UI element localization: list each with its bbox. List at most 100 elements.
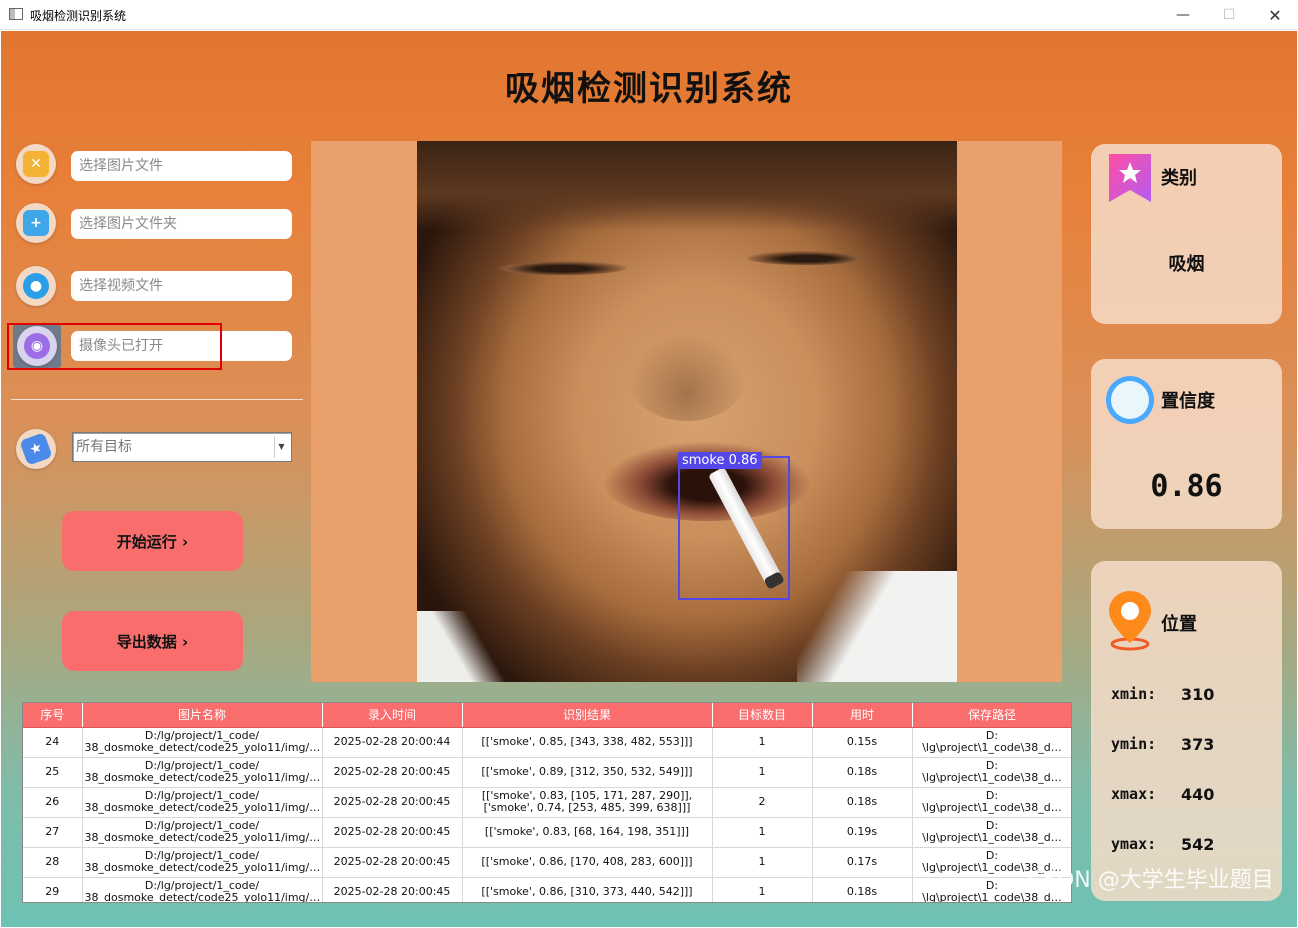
image-folder-icon[interactable]: + [16, 203, 56, 243]
results-table[interactable]: 序号 图片名称 录入时间 识别结果 目标数目 用时 保存路径 24 D:/lg/… [22, 702, 1072, 903]
cell-id: 28 [23, 847, 83, 878]
cell-id: 24 [23, 727, 83, 758]
photo-shirt-left [417, 611, 517, 682]
col-header-elapsed[interactable]: 用时 [812, 703, 913, 728]
app-window-icon [9, 8, 23, 20]
photo-hair [417, 141, 957, 231]
table-header-row: 序号 图片名称 录入时间 识别结果 目标数目 用时 保存路径 [23, 703, 1071, 728]
image-folder-field[interactable]: 选择图片文件夹 [71, 209, 292, 239]
cell-count: 1 [712, 877, 813, 902]
ymin-row: ymin: 373 [1111, 735, 1214, 754]
cell-result: [['smoke', 0.85, [343, 338, 482, 553]]] [462, 727, 713, 758]
cell-count: 1 [712, 817, 813, 848]
cell-time: 2025-02-28 20:00:45 [322, 817, 463, 848]
location-pin-icon [1109, 591, 1151, 651]
cell-count: 1 [712, 847, 813, 878]
app-title: 吸烟检测识别系统 [505, 69, 793, 109]
detection-photo: smoke 0.86 [417, 141, 957, 682]
cell-elapsed: 0.17s [812, 847, 913, 878]
photo-right-eye [747, 251, 867, 265]
target-select-value: 所有目标 [76, 439, 132, 455]
cell-count: 1 [712, 757, 813, 788]
col-header-name[interactable]: 图片名称 [82, 703, 323, 728]
table-row[interactable]: 24 D:/lg/project/1_code/ 38_dosmoke_dete… [23, 727, 1071, 758]
table-row[interactable]: 26 D:/lg/project/1_code/ 38_dosmoke_dete… [23, 787, 1071, 818]
video-file-field[interactable]: 选择视频文件 [71, 271, 292, 301]
cell-id: 27 [23, 817, 83, 848]
image-file-field[interactable]: 选择图片文件 [71, 151, 292, 181]
cell-count: 1 [712, 727, 813, 758]
target-select[interactable]: 所有目标 ▼ [72, 432, 292, 462]
csdn-watermark: CSDN @大学生毕业题目 [1028, 868, 1274, 893]
confidence-value: 0.86 [1150, 469, 1223, 504]
ymin-value: 373 [1181, 735, 1215, 754]
table-row[interactable]: 28 D:/lg/project/1_code/ 38_dosmoke_dete… [23, 847, 1071, 878]
left-panel-divider [11, 399, 303, 400]
xmin-value: 310 [1181, 685, 1215, 704]
bookmark-star-icon [1109, 154, 1151, 202]
cell-id: 29 [23, 877, 83, 902]
cell-path: D: \lg\project\1_code\38_d… [912, 757, 1071, 788]
confidence-label: 置信度 [1161, 391, 1215, 412]
col-header-result[interactable]: 识别结果 [462, 703, 713, 728]
col-header-time[interactable]: 录入时间 [322, 703, 463, 728]
cell-result: [['smoke', 0.83, [105, 171, 287, 290]], … [462, 787, 713, 818]
detection-label: smoke 0.86 [678, 452, 762, 469]
cell-name: D:/lg/project/1_code/ 38_dosmoke_detect/… [82, 877, 323, 902]
position-label: 位置 [1161, 614, 1197, 635]
cell-time: 2025-02-28 20:00:45 [322, 847, 463, 878]
table-row[interactable]: 29 D:/lg/project/1_code/ 38_dosmoke_dete… [23, 877, 1071, 902]
cell-id: 26 [23, 787, 83, 818]
ymax-label: ymax: [1111, 835, 1157, 853]
photo-nose [627, 331, 747, 421]
cell-elapsed: 0.19s [812, 817, 913, 848]
cell-result: [['smoke', 0.86, [310, 373, 440, 542]]] [462, 877, 713, 902]
col-header-count[interactable]: 目标数目 [712, 703, 813, 728]
chevron-down-icon[interactable]: ▼ [274, 436, 288, 458]
table-row[interactable]: 25 D:/lg/project/1_code/ 38_dosmoke_dete… [23, 757, 1071, 788]
cell-name: D:/lg/project/1_code/ 38_dosmoke_detect/… [82, 787, 323, 818]
cell-result: [['smoke', 0.89, [312, 350, 532, 549]]] [462, 757, 713, 788]
detection-bounding-box [678, 456, 790, 600]
cell-time: 2025-02-28 20:00:45 [322, 877, 463, 902]
video-file-icon[interactable]: ● [16, 266, 56, 306]
cell-elapsed: 0.18s [812, 757, 913, 788]
photo-shirt-right [797, 571, 957, 682]
cell-path: D: \lg\project\1_code\38_d… [912, 817, 1071, 848]
minimize-button[interactable]: — [1160, 0, 1206, 30]
camera-highlight-box [7, 323, 222, 370]
maximize-button[interactable]: ☐ [1206, 0, 1252, 30]
category-value: 吸烟 [1168, 254, 1205, 275]
confidence-card: 置信度 0.86 [1091, 359, 1282, 529]
xmin-row: xmin: 310 [1111, 685, 1214, 704]
cell-name: D:/lg/project/1_code/ 38_dosmoke_detect/… [82, 757, 323, 788]
image-display-panel: smoke 0.86 [311, 141, 1062, 682]
target-tag-icon: ★ [16, 429, 56, 469]
confidence-ring-icon [1106, 376, 1154, 424]
cell-elapsed: 0.18s [812, 787, 913, 818]
ymax-row: ymax: 542 [1111, 835, 1214, 854]
category-label: 类别 [1161, 168, 1197, 189]
xmax-value: 440 [1181, 785, 1215, 804]
cell-id: 25 [23, 757, 83, 788]
image-file-icon[interactable]: ✕ [16, 144, 56, 184]
cell-result: [['smoke', 0.83, [68, 164, 198, 351]]] [462, 817, 713, 848]
window-title: 吸烟检测识别系统 [30, 9, 127, 23]
cell-elapsed: 0.15s [812, 727, 913, 758]
cell-name: D:/lg/project/1_code/ 38_dosmoke_detect/… [82, 817, 323, 848]
category-card: 类别 吸烟 [1091, 144, 1282, 324]
cell-count: 2 [712, 787, 813, 818]
table-row[interactable]: 27 D:/lg/project/1_code/ 38_dosmoke_dete… [23, 817, 1071, 848]
cell-name: D:/lg/project/1_code/ 38_dosmoke_detect/… [82, 727, 323, 758]
start-run-button[interactable]: 开始运行 › [62, 511, 243, 571]
col-header-path[interactable]: 保存路径 [912, 703, 1071, 728]
close-button[interactable]: ✕ [1252, 0, 1298, 30]
cell-time: 2025-02-28 20:00:44 [322, 727, 463, 758]
cell-time: 2025-02-28 20:00:45 [322, 787, 463, 818]
cell-elapsed: 0.18s [812, 877, 913, 902]
cell-result: [['smoke', 0.86, [170, 408, 283, 600]]] [462, 847, 713, 878]
export-data-button[interactable]: 导出数据 › [62, 611, 243, 671]
col-header-id[interactable]: 序号 [23, 703, 83, 728]
ymin-label: ymin: [1111, 735, 1157, 753]
cell-name: D:/lg/project/1_code/ 38_dosmoke_detect/… [82, 847, 323, 878]
